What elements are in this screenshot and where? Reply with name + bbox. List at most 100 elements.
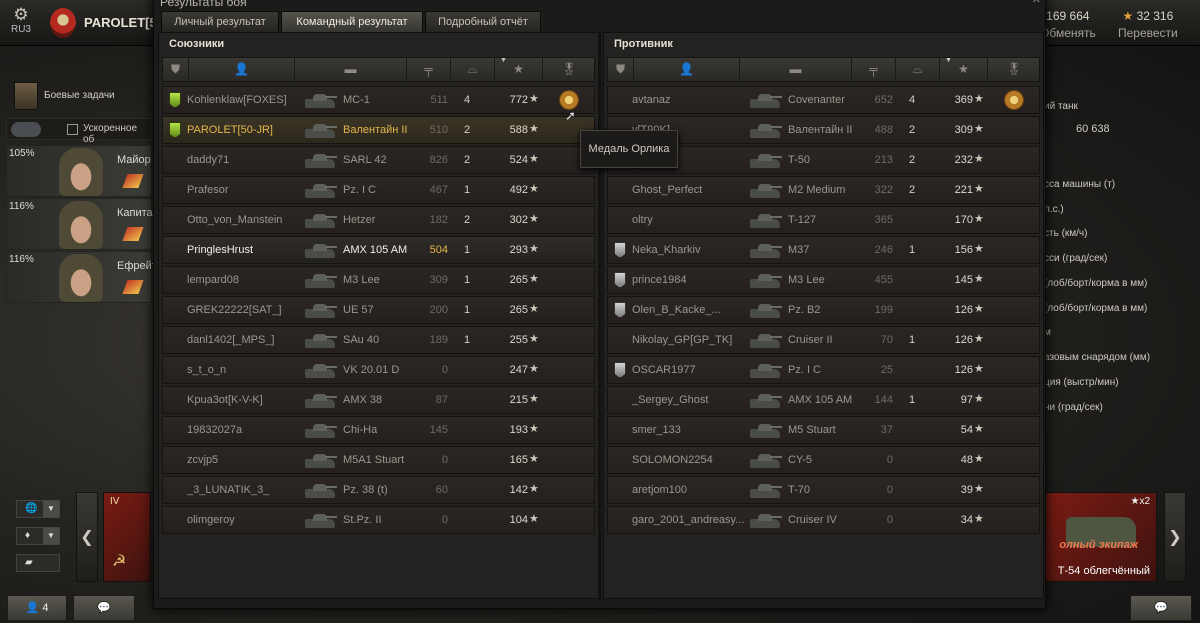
clan-emblem-icon[interactable]	[50, 8, 76, 38]
friends-button[interactable]: 👤 4	[7, 595, 67, 621]
player-name[interactable]: Ghost_Perfect	[632, 184, 752, 196]
table-row[interactable]: lempard08 M3 Lee 309 1 265 ★	[162, 266, 595, 294]
kills-column-icon[interactable]: ⌓	[896, 58, 940, 81]
table-row[interactable]: oltry T-127 365 170 ★	[607, 206, 1040, 234]
player-name[interactable]: avtanaz	[632, 94, 752, 106]
table-row[interactable]: PringlesHrust AMX 105 AM 504 1 293 ★	[162, 236, 595, 264]
table-row[interactable]: danl1402[_MPS_] SAu 40 189 1 255 ★	[162, 326, 595, 354]
player-name[interactable]: _3_LUNATIK_3_	[187, 484, 307, 496]
player-name[interactable]: OSCAR1977	[632, 364, 752, 376]
carousel-tank-card-selected[interactable]: ★x2 олный экипаж Т-54 облегчённый	[1045, 492, 1157, 582]
filter-class-dropdown[interactable]: ▰	[16, 554, 60, 572]
player-name[interactable]: lempard08	[187, 274, 307, 286]
table-row[interactable]: daddy71 SARL 42 826 2 524 ★	[162, 146, 595, 174]
player-name[interactable]: smer_133	[632, 424, 752, 436]
player-name[interactable]: oltry	[632, 214, 752, 226]
tab-personal[interactable]: Личный результат	[161, 11, 279, 33]
player-column-icon[interactable]: 👤	[634, 58, 740, 81]
filter-nation-dropdown[interactable]: 🌐 ▼	[16, 500, 60, 518]
medal-column-icon[interactable]: 🎖	[988, 58, 1040, 81]
platoon-icon	[614, 272, 626, 288]
table-row[interactable]: 19832027a Chi-Ha 145 193 ★	[162, 416, 595, 444]
filter-type-dropdown[interactable]: ♦ ▼	[16, 527, 60, 545]
player-nick[interactable]: PAROLET[50	[84, 15, 164, 30]
convert-link[interactable]: Перевести	[1118, 26, 1178, 40]
tab-detailed[interactable]: Подробный отчёт	[425, 11, 541, 33]
player-name[interactable]: danl1402[_MPS_]	[187, 334, 307, 346]
vehicle-column-icon[interactable]: ▬	[295, 58, 407, 81]
medal-icon[interactable]	[559, 90, 579, 110]
platoon-column-icon[interactable]: ⛊	[608, 58, 634, 81]
player-name[interactable]: GREK22222[SAT_]	[187, 304, 307, 316]
player-name[interactable]: prince1984	[632, 274, 752, 286]
table-row[interactable]: olimgeroy St.Pz. II 0 104 ★	[162, 506, 595, 534]
table-row[interactable]: zcvjp5 M5A1 Stuart 0 165 ★	[162, 446, 595, 474]
player-name[interactable]: zcvjp5	[187, 454, 307, 466]
player-name[interactable]: daddy71	[187, 154, 307, 166]
close-icon[interactable]: ✕	[1032, 0, 1041, 6]
player-column-icon[interactable]: 👤	[189, 58, 295, 81]
medal-column-icon[interactable]: 🎖	[543, 58, 595, 81]
table-row[interactable]: Prafesor Pz. I C 467 1 492 ★	[162, 176, 595, 204]
damage-column-icon[interactable]: ╤	[852, 58, 896, 81]
free-xp-block[interactable]: ★ 32 316 Перевести	[1118, 9, 1178, 40]
player-name[interactable]: PAROLET[50-JR]	[187, 124, 307, 136]
player-name[interactable]: SOLOMON2254	[632, 454, 752, 466]
crew-member[interactable]: 105% Майор	[6, 145, 152, 197]
table-row[interactable]: aretjom100 T-70 0 39 ★	[607, 476, 1040, 504]
table-row[interactable]: OSCAR1977 Pz. I C 25 126 ★	[607, 356, 1040, 384]
player-name[interactable]: s_t_o_n	[187, 364, 307, 376]
tab-team[interactable]: Командный результат	[281, 11, 423, 33]
damage-column-icon[interactable]: ╤	[407, 58, 451, 81]
quests-button[interactable]: Боевые задачи	[8, 82, 148, 110]
player-name[interactable]: olimgeroy	[187, 514, 307, 526]
table-row[interactable]: garo_2001_andreasy... Cruiser IV 0 34 ★	[607, 506, 1040, 534]
chat-button[interactable]: 💬	[73, 595, 135, 621]
player-name[interactable]: aretjom100	[632, 484, 752, 496]
player-name[interactable]: Kohlenklaw[FOXES]	[187, 94, 307, 106]
table-row[interactable]: GREK22222[SAT_] UE 57 200 1 265 ★	[162, 296, 595, 324]
table-row[interactable]: prince1984 M3 Lee 455 145 ★	[607, 266, 1040, 294]
table-row[interactable]: Kpua3ot[K-V-K] AMX 38 87 215 ★	[162, 386, 595, 414]
table-row[interactable]: _3_LUNATIK_3_ Pz. 38 (t) 60 142 ★	[162, 476, 595, 504]
table-row[interactable]: s_t_o_n VK 20.01 D 0 247 ★	[162, 356, 595, 384]
crew-toggle-icon[interactable]	[11, 122, 41, 137]
exchange-link[interactable]: Обменять	[1040, 26, 1096, 40]
platoon-column-icon[interactable]: ⛊	[163, 58, 189, 81]
player-name[interactable]: Olen_B_Kacke_...	[632, 304, 752, 316]
crew-member[interactable]: 116% Ефрейт	[6, 251, 157, 303]
table-row[interactable]: Neka_Kharkiv M37 246 1 156 ★	[607, 236, 1040, 264]
table-row[interactable]: _Sergey_Ghost AMX 105 AM 144 1 97 ★	[607, 386, 1040, 414]
gold-block[interactable]: 169 664 Обменять	[1040, 9, 1096, 40]
table-row[interactable]: Otto_von_Manstein Hetzer 182 2 302 ★	[162, 206, 595, 234]
table-row[interactable]: Ghost_Perfect M2 Medium 322 2 221 ★	[607, 176, 1040, 204]
table-row[interactable]: Nikolay_GP[GP_TK] Cruiser II 70 1 126 ★	[607, 326, 1040, 354]
kills-column-icon[interactable]: ⌓	[451, 58, 495, 81]
hammer-sickle-icon: ☭	[112, 553, 127, 570]
player-name[interactable]: Prafesor	[187, 184, 307, 196]
accelerate-checkbox[interactable]	[67, 124, 78, 135]
table-row[interactable]: avtanaz Covenanter 652 4 369 ★	[607, 86, 1040, 114]
table-row[interactable]: PAROLET[50-JR] Валентайн II 510 2 588 ★	[162, 116, 595, 144]
player-name[interactable]: Kpua3ot[K-V-K]	[187, 394, 307, 406]
player-name[interactable]: PringlesHrust	[187, 244, 307, 256]
player-name[interactable]: garo_2001_andreasy...	[632, 514, 752, 526]
accelerate-training[interactable]: Ускоренное об	[6, 118, 152, 145]
table-row[interactable]: Olen_B_Kacke_... Pz. B2 199 126 ★	[607, 296, 1040, 324]
player-name[interactable]: 19832027a	[187, 424, 307, 436]
medal-icon[interactable]	[1004, 90, 1024, 110]
server-menu[interactable]: ⚙ RU3	[6, 6, 36, 36]
carousel-right-arrow[interactable]: ❯	[1164, 492, 1186, 582]
crew-member[interactable]: 116% Капитан	[6, 198, 159, 250]
player-name[interactable]: Neka_Kharkiv	[632, 244, 752, 256]
player-name[interactable]: _Sergey_Ghost	[632, 394, 752, 406]
player-name[interactable]: Nikolay_GP[GP_TK]	[632, 334, 752, 346]
player-name[interactable]: Otto_von_Manstein	[187, 214, 307, 226]
table-row[interactable]: SOLOMON2254 CY-5 0 48 ★	[607, 446, 1040, 474]
carousel-left-arrow[interactable]: ❮	[76, 492, 98, 582]
table-row[interactable]: Kohlenklaw[FOXES] MC-1 511 4 772 ★	[162, 86, 595, 114]
table-row[interactable]: smer_133 M5 Stuart 37 54 ★	[607, 416, 1040, 444]
carousel-tank-card[interactable]: IV ☭	[103, 492, 151, 582]
vehicle-column-icon[interactable]: ▬	[740, 58, 852, 81]
messenger-button[interactable]: 💬	[1130, 595, 1192, 621]
